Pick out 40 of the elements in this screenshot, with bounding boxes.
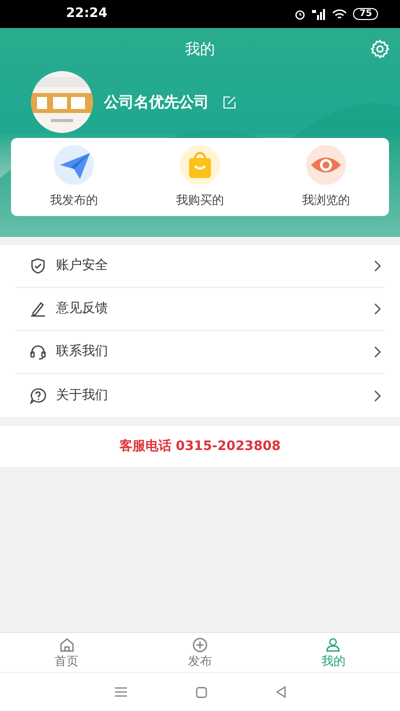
- menu-icon[interactable]: [114, 687, 126, 697]
- shield-icon: [30, 258, 46, 274]
- chevron-right-icon: [374, 346, 382, 358]
- alarm-icon: [294, 8, 306, 20]
- chevron-right-icon: [374, 303, 382, 315]
- home-icon: [58, 636, 75, 652]
- eye-icon[interactable]: [306, 145, 346, 185]
- menu-item[interactable]: 意见反馈: [16, 288, 384, 331]
- menu-label: 意见反馈: [56, 300, 109, 318]
- menu-item[interactable]: 联系我们: [16, 331, 384, 374]
- menu-label: 账户安全: [56, 257, 109, 276]
- chevron-right-icon: [374, 260, 382, 272]
- tab[interactable]: 我的: [266, 633, 400, 672]
- chevron-right-icon: [374, 390, 382, 402]
- user-icon: [325, 636, 342, 652]
- clock: 22:24: [66, 5, 108, 24]
- battery-icon: 75: [353, 8, 378, 20]
- tab[interactable]: 首页: [0, 633, 134, 672]
- settings-icon[interactable]: [370, 39, 390, 59]
- pencil-icon: [30, 301, 46, 317]
- hotline-text[interactable]: 客服电话 0315-2023808: [119, 436, 281, 456]
- menu-label: 关于我们: [56, 386, 109, 405]
- menu-item[interactable]: 账户安全: [16, 245, 384, 288]
- shortcut-label[interactable]: 我发布的: [50, 191, 98, 209]
- signal-icon: [312, 8, 326, 20]
- home-button-icon[interactable]: [196, 686, 206, 698]
- wifi-icon: [332, 8, 348, 20]
- page-title: 我的: [185, 38, 215, 60]
- question-icon: [30, 388, 46, 404]
- company-name: 公司名优先公司: [104, 92, 209, 113]
- paper-plane-icon[interactable]: [54, 145, 94, 185]
- back-icon[interactable]: [276, 686, 286, 698]
- shortcut-label[interactable]: 我购买的: [176, 191, 224, 209]
- menu-label: 联系我们: [56, 343, 109, 362]
- menu-item[interactable]: 关于我们: [16, 374, 384, 417]
- shortcut-label[interactable]: 我浏览的: [302, 191, 350, 209]
- add-icon: [192, 636, 208, 652]
- tab[interactable]: 发布: [133, 633, 267, 672]
- edit-icon[interactable]: [223, 96, 236, 108]
- headset-icon: [30, 344, 46, 360]
